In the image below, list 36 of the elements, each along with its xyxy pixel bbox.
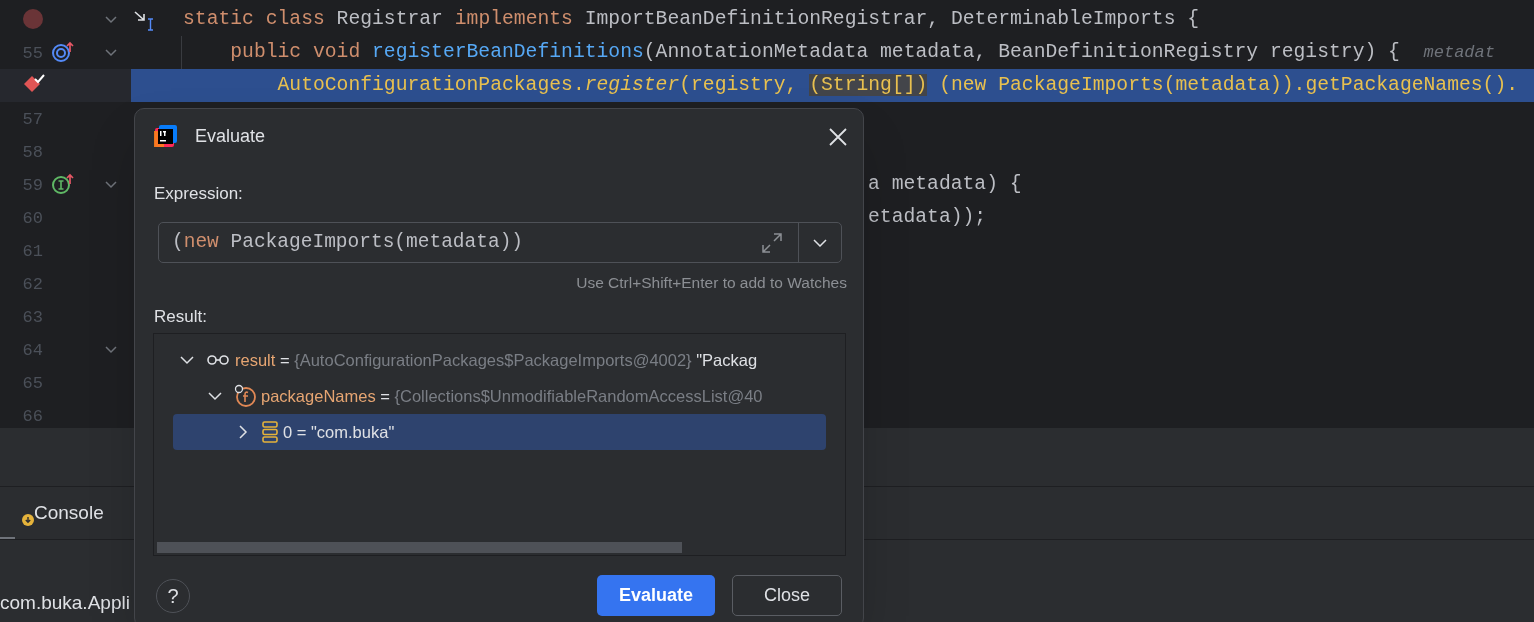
code-line: public void registerBeanDefinitions(AnnotationMetadata metadata, BeanDefinitionRegistry registry) { (229, 39, 1401, 65)
tree-row[interactable]: 0 = "com.buka" (173, 414, 826, 450)
expression-label: Expression: (154, 184, 243, 203)
evaluate-button[interactable]: Evaluate (596, 575, 715, 616)
collapse-chevron-icon (208, 389, 222, 403)
tree-row[interactable]: result = {AutoConfigurationPackages$PackageImports@4002} "Packag (173, 342, 826, 378)
expand-icon[interactable] (761, 231, 783, 254)
glasses-icon (206, 354, 230, 366)
breakpoint-icon (22, 8, 44, 30)
console-status-icon (22, 514, 34, 527)
code-line: etadata)); (868, 204, 987, 230)
inline-hint: metadat (1423, 41, 1495, 64)
fold-icon[interactable] (105, 49, 117, 57)
code-line: AutoConfigurationPackages.register(registry, (String[]) (new PackageImports(metadata)).getPackageNames(). (276, 72, 1519, 98)
expand-chevron-icon (236, 425, 250, 439)
horizontal-scrollbar[interactable] (157, 542, 682, 553)
array-icon (262, 421, 278, 443)
expression-field[interactable]: (new PackageImports(metadata)) (158, 222, 842, 263)
tree-row[interactable]: packageNames = {Collections$UnmodifiableRandomAccessList@40 (173, 378, 826, 414)
result-label: Result: (154, 307, 207, 326)
history-dropdown-icon[interactable] (813, 238, 827, 247)
fold-icon[interactable] (105, 346, 117, 354)
console-output: com.buka.Appli (0, 591, 130, 615)
close-button[interactable]: Close (731, 575, 842, 616)
app-logo-icon (153, 124, 178, 149)
fold-icon[interactable] (105, 16, 117, 24)
close-icon[interactable] (829, 127, 847, 146)
breakpoint-check-icon (22, 73, 46, 95)
console-tab[interactable]: Console (22, 498, 104, 528)
code-line: static class Registrar implements ImportBeanDefinitionRegistrar, DeterminableImports { (183, 6, 1200, 32)
fold-icon[interactable] (105, 181, 117, 189)
collapse-chevron-icon (180, 353, 194, 367)
field-icon (234, 384, 256, 408)
dialog-title: Evaluate (195, 125, 266, 148)
code-line: a metadata) { (868, 171, 1022, 197)
watches-hint: Use Ctrl+Shift+Enter to add to Watches (576, 273, 847, 293)
